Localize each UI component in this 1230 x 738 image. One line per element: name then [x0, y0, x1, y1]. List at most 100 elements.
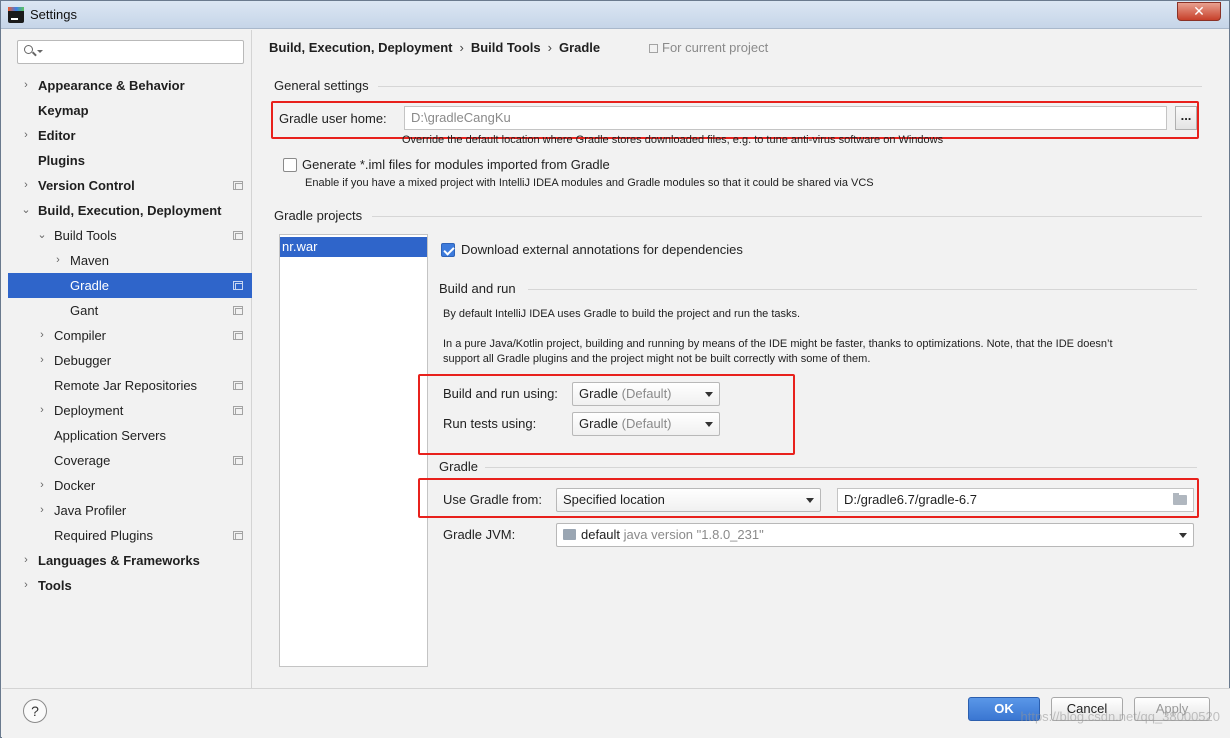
sidebar-item[interactable]: › Deployment: [8, 398, 252, 423]
close-button[interactable]: ✕: [1177, 2, 1221, 21]
chevron-right-icon[interactable]: ›: [52, 248, 64, 273]
intellij-app-icon: [8, 7, 24, 23]
sidebar-item[interactable]: › Docker: [8, 473, 252, 498]
sidebar-item[interactable]: ⌄ Build Tools: [8, 223, 252, 248]
gradle-section-title: Gradle: [439, 459, 479, 474]
sidebar-item-label: Java Profiler: [54, 503, 127, 518]
chevron-right-icon[interactable]: ›: [36, 348, 48, 373]
sidebar-item-label: Compiler: [54, 328, 107, 343]
search-options-chevron-icon[interactable]: [37, 50, 43, 53]
sidebar-item-label: Keymap: [38, 103, 89, 118]
chevron-right-icon[interactable]: ›: [20, 548, 32, 573]
breadcrumb-item: Build, Execution, Deployment: [269, 40, 453, 55]
window-title: Settings: [30, 7, 77, 22]
sidebar-item-label: Gant: [70, 303, 99, 318]
gradle-jvm-value: default: [581, 527, 621, 542]
sidebar-item-label: Coverage: [54, 453, 111, 468]
sidebar-item-label: Appearance & Behavior: [38, 78, 185, 93]
sidebar-item[interactable]: Application Servers: [8, 423, 252, 448]
project-scope-icon: [649, 44, 658, 54]
breadcrumb: Build, Execution, Deployment › Build Tools…: [269, 40, 600, 55]
breadcrumb-item: Gradle: [558, 40, 601, 55]
chevron-right-icon[interactable]: ›: [20, 73, 32, 98]
project-list-item[interactable]: nr.war: [280, 237, 427, 257]
download-annotations-checkbox[interactable]: [441, 243, 455, 257]
project-scope-icon: [233, 531, 243, 540]
chevron-down-icon[interactable]: ⌄: [36, 223, 48, 248]
gradle-jvm-version: java version "1.8.0_231": [623, 527, 764, 542]
sidebar-item[interactable]: Gradle: [8, 273, 252, 298]
sidebar-item[interactable]: › Java Profiler: [8, 498, 252, 523]
download-annotations-label: Download external annotations for depend…: [461, 242, 743, 257]
help-button[interactable]: ?: [23, 699, 47, 723]
sidebar-item[interactable]: › Debugger: [8, 348, 252, 373]
sidebar-item-label: Languages & Frameworks: [38, 553, 200, 568]
title-bar: Settings ✕: [1, 1, 1229, 29]
chevron-right-icon[interactable]: ›: [36, 498, 48, 523]
sidebar-item-label: Required Plugins: [54, 528, 154, 543]
chevron-right-icon[interactable]: ›: [36, 323, 48, 348]
sidebar-item-label: Build Tools: [54, 228, 117, 243]
sidebar-item[interactable]: Coverage: [8, 448, 252, 473]
highlight-box-build-run: [418, 374, 795, 455]
divider: [485, 467, 1197, 468]
sidebar-item[interactable]: Keymap: [8, 98, 252, 123]
chevron-down-icon: [1179, 533, 1187, 538]
generate-iml-checkbox[interactable]: [283, 158, 297, 172]
settings-search-input[interactable]: [17, 40, 244, 64]
sidebar-item-label: Version Control: [38, 178, 135, 193]
divider: [378, 86, 1202, 87]
chevron-down-icon[interactable]: ⌄: [20, 198, 32, 223]
chevron-right-icon[interactable]: ›: [20, 173, 32, 198]
sidebar-item[interactable]: ⌄ Build, Execution, Deployment: [8, 198, 252, 223]
highlight-box-gradle-from: [418, 478, 1199, 518]
sidebar-item-label: Debugger: [54, 353, 112, 368]
breadcrumb-separator: ›: [459, 40, 464, 55]
settings-sidebar: › Appearance & Behavior Keymap › Editor Plugi…: [2, 30, 252, 688]
chevron-right-icon[interactable]: ›: [20, 123, 32, 148]
sidebar-item[interactable]: Remote Jar Repositories: [8, 373, 252, 398]
project-scope-icon: [233, 181, 243, 190]
gradle-user-home-hint: Override the default location where Grad…: [402, 134, 944, 146]
gradle-projects-title: Gradle projects: [274, 208, 363, 223]
breadcrumb-separator: ›: [547, 40, 552, 55]
sidebar-item[interactable]: Plugins: [8, 148, 252, 173]
sidebar-item[interactable]: Required Plugins: [8, 523, 252, 548]
sidebar-item[interactable]: Gant: [8, 298, 252, 323]
gradle-jvm-label: Gradle JVM:: [443, 527, 516, 542]
build-and-run-title: Build and run: [439, 281, 516, 296]
sidebar-item[interactable]: › Languages & Frameworks: [8, 548, 252, 573]
sidebar-item[interactable]: › Compiler: [8, 323, 252, 348]
scope-text: For current project: [662, 40, 769, 55]
sidebar-item-label: Remote Jar Repositories: [54, 378, 198, 393]
sidebar-item-label: Tools: [38, 578, 72, 593]
build-run-note-line2: support all Gradle plugins and the proje…: [443, 353, 871, 365]
sidebar-item-label: Maven: [70, 253, 110, 268]
generate-iml-label: Generate *.iml files for modules importe…: [302, 157, 610, 172]
sidebar-item[interactable]: › Version Control: [8, 173, 252, 198]
divider: [372, 216, 1202, 217]
project-scope-icon: [233, 331, 243, 340]
sidebar-item-label: Docker: [54, 478, 96, 493]
divider: [528, 289, 1197, 290]
sidebar-item[interactable]: › Appearance & Behavior: [8, 73, 252, 98]
chevron-right-icon[interactable]: ›: [20, 573, 32, 598]
gradle-settings-panel: Build, Execution, Deployment › Build Tools…: [253, 30, 1229, 688]
gradle-jvm-dropdown[interactable]: default java version "1.8.0_231": [556, 523, 1194, 547]
project-scope-icon: [233, 231, 243, 240]
sidebar-item[interactable]: › Tools: [8, 573, 252, 598]
project-scope-icon: [233, 306, 243, 315]
dialog-footer: ? OK Cancel Apply https://blog.csdn.net/…: [2, 688, 1230, 738]
chevron-right-icon[interactable]: ›: [36, 398, 48, 423]
general-settings-title: General settings: [274, 78, 369, 93]
build-run-note-line1: In a pure Java/Kotlin project, building …: [443, 338, 1113, 350]
build-run-info: By default IntelliJ IDEA uses Gradle to …: [443, 308, 801, 320]
search-icon: [24, 45, 33, 54]
sidebar-item-label: Application Servers: [54, 428, 166, 443]
sidebar-item[interactable]: › Editor: [8, 123, 252, 148]
sidebar-item[interactable]: › Maven: [8, 248, 252, 273]
gradle-projects-list[interactable]: nr.war: [279, 234, 428, 667]
chevron-right-icon[interactable]: ›: [36, 473, 48, 498]
sidebar-item-label: Editor: [38, 128, 76, 143]
sidebar-item-label: Deployment: [54, 403, 124, 418]
